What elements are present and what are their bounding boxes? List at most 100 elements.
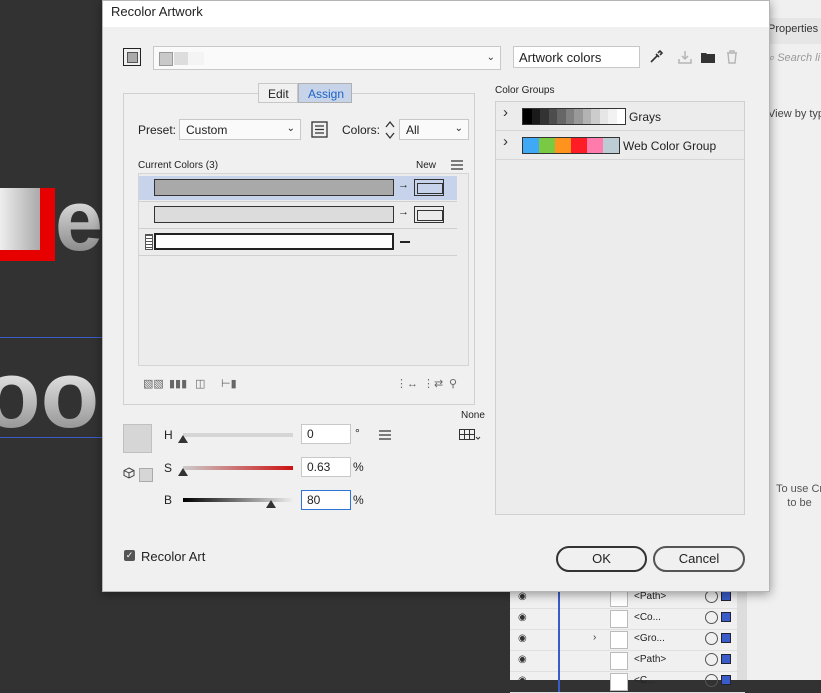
recolor-artwork-dialog: Recolor Artwork ⌄ Artwork colors Edit As… bbox=[102, 0, 770, 592]
dialog-titlebar: Recolor Artwork bbox=[103, 1, 769, 27]
current-color-bar[interactable] bbox=[154, 206, 394, 223]
layer-color-bar bbox=[558, 650, 560, 671]
dialog-title: Recolor Artwork bbox=[111, 4, 203, 19]
layer-color-bar bbox=[558, 629, 560, 650]
layer-thumbnail bbox=[610, 652, 628, 670]
layer-row[interactable]: ◉ <C... bbox=[510, 671, 745, 693]
new-color-swatch[interactable] bbox=[414, 206, 444, 223]
guide-line bbox=[0, 437, 110, 438]
preset-value: Custom bbox=[186, 123, 228, 137]
swatch-library-icon[interactable] bbox=[459, 429, 481, 444]
saturation-slider-thumb[interactable] bbox=[178, 468, 188, 476]
group-swatch bbox=[591, 109, 600, 124]
new-row-icon[interactable]: ⊢▮ bbox=[221, 377, 237, 390]
artwork-swatch-icon[interactable] bbox=[123, 48, 141, 66]
tab-assign[interactable]: Assign bbox=[298, 83, 352, 103]
color-group-name: Grays bbox=[629, 110, 662, 124]
selection-indicator[interactable] bbox=[721, 591, 731, 601]
layer-row[interactable]: ◉ › <Gro... bbox=[510, 629, 745, 651]
tab-edit[interactable]: Edit bbox=[258, 83, 298, 103]
target-icon[interactable] bbox=[705, 611, 718, 624]
group-name-input[interactable]: Artwork colors bbox=[513, 46, 640, 68]
color-reduction-options-icon[interactable] bbox=[311, 121, 328, 141]
folder-icon[interactable] bbox=[700, 50, 716, 67]
colors-dropdown[interactable]: All ⌄ bbox=[399, 119, 469, 140]
target-icon[interactable] bbox=[705, 674, 718, 687]
layer-thumbnail bbox=[610, 673, 628, 691]
colors-stepper[interactable] bbox=[383, 119, 397, 144]
assign-arrow-icon[interactable]: → bbox=[398, 206, 409, 218]
active-color-swatch bbox=[123, 424, 152, 453]
row-grip-icon[interactable] bbox=[145, 234, 153, 250]
hsb-menu-icon[interactable] bbox=[379, 429, 391, 443]
saturation-input[interactable]: 0.63 bbox=[301, 457, 351, 477]
current-color-bar[interactable] bbox=[154, 233, 394, 250]
selection-indicator[interactable] bbox=[721, 633, 731, 643]
harmony-swatch bbox=[188, 52, 204, 65]
group-swatch bbox=[574, 109, 583, 124]
layer-row[interactable]: ◉ <Co... bbox=[510, 608, 745, 630]
list-menu-icon[interactable] bbox=[451, 159, 463, 173]
target-icon[interactable] bbox=[705, 632, 718, 645]
delete-icon[interactable] bbox=[725, 50, 739, 67]
recolor-art-checkbox[interactable]: ✓ bbox=[124, 550, 135, 561]
hue-slider-track[interactable] bbox=[183, 433, 293, 437]
color-row[interactable]: → bbox=[139, 203, 457, 227]
target-icon[interactable] bbox=[705, 653, 718, 666]
randomize-saturation-icon[interactable]: ⋮⇄ bbox=[423, 377, 443, 390]
colors-label: Colors: bbox=[342, 123, 381, 137]
color-mode-icon[interactable] bbox=[123, 467, 135, 482]
ok-button[interactable]: OK bbox=[556, 546, 647, 572]
current-color-bar[interactable] bbox=[154, 179, 394, 196]
merge-colors-icon[interactable]: ▧▧ bbox=[143, 377, 164, 390]
color-group-swatches bbox=[522, 108, 626, 125]
eye-icon[interactable]: ◉ bbox=[518, 633, 527, 644]
hue-input[interactable]: 0 bbox=[301, 424, 351, 444]
chevron-right-icon[interactable]: › bbox=[503, 133, 508, 150]
brightness-slider-track[interactable] bbox=[183, 498, 293, 502]
layer-row[interactable]: ◉ <Path> bbox=[510, 650, 745, 672]
harmony-swatch bbox=[174, 52, 188, 65]
note-line: To use Cr bbox=[776, 483, 821, 495]
properties-tab[interactable]: Properties bbox=[768, 18, 821, 44]
color-group-row[interactable]: › Web Color Group bbox=[496, 131, 744, 160]
save-group-icon[interactable] bbox=[677, 50, 693, 67]
eyedropper-icon[interactable] bbox=[648, 49, 664, 68]
find-color-icon[interactable]: ⚲ bbox=[449, 377, 457, 390]
selection-indicator[interactable] bbox=[721, 675, 731, 685]
harmony-select[interactable]: ⌄ bbox=[153, 46, 501, 70]
group-swatch bbox=[599, 109, 608, 124]
layers-scrollbar[interactable] bbox=[737, 590, 747, 680]
eye-icon[interactable]: ◉ bbox=[518, 675, 527, 686]
selection-indicator[interactable] bbox=[721, 612, 731, 622]
eye-icon[interactable]: ◉ bbox=[518, 612, 527, 623]
panel-search[interactable]: ⌕ Search li bbox=[768, 52, 820, 65]
selection-indicator[interactable] bbox=[721, 654, 731, 664]
search-placeholder: Search li bbox=[777, 52, 821, 64]
chevron-right-icon[interactable]: › bbox=[593, 632, 596, 643]
cancel-button[interactable]: Cancel bbox=[653, 546, 745, 572]
assign-arrow-icon[interactable]: → bbox=[398, 179, 409, 191]
layer-thumbnail bbox=[610, 631, 628, 649]
hue-slider-thumb[interactable] bbox=[178, 435, 188, 443]
exclude-colors-icon[interactable]: ◫ bbox=[195, 377, 205, 390]
chevron-right-icon[interactable]: › bbox=[503, 104, 508, 121]
eye-icon[interactable]: ◉ bbox=[518, 654, 527, 665]
separate-colors-icon[interactable]: ▮▮▮ bbox=[169, 377, 187, 390]
brightness-slider-thumb[interactable] bbox=[266, 500, 276, 508]
color-row[interactable]: → bbox=[139, 176, 457, 200]
group-swatch bbox=[523, 109, 532, 124]
randomize-order-icon[interactable]: ⋮↔ bbox=[396, 377, 418, 390]
eye-icon[interactable]: ◉ bbox=[518, 591, 527, 602]
s-unit: % bbox=[353, 460, 364, 474]
preset-dropdown[interactable]: Custom ⌄ bbox=[179, 119, 301, 140]
current-colors-label: Current Colors (3) bbox=[138, 160, 219, 171]
color-group-row[interactable]: › Grays bbox=[496, 102, 744, 131]
recolor-art-label: Recolor Art bbox=[141, 549, 206, 564]
fill-swatch[interactable] bbox=[139, 468, 153, 482]
saturation-slider-track[interactable] bbox=[183, 466, 293, 470]
color-row[interactable] bbox=[139, 230, 457, 254]
new-color-swatch[interactable] bbox=[414, 179, 444, 196]
color-group-name: Web Color Group bbox=[623, 139, 717, 153]
brightness-input[interactable]: 80 bbox=[301, 490, 351, 510]
